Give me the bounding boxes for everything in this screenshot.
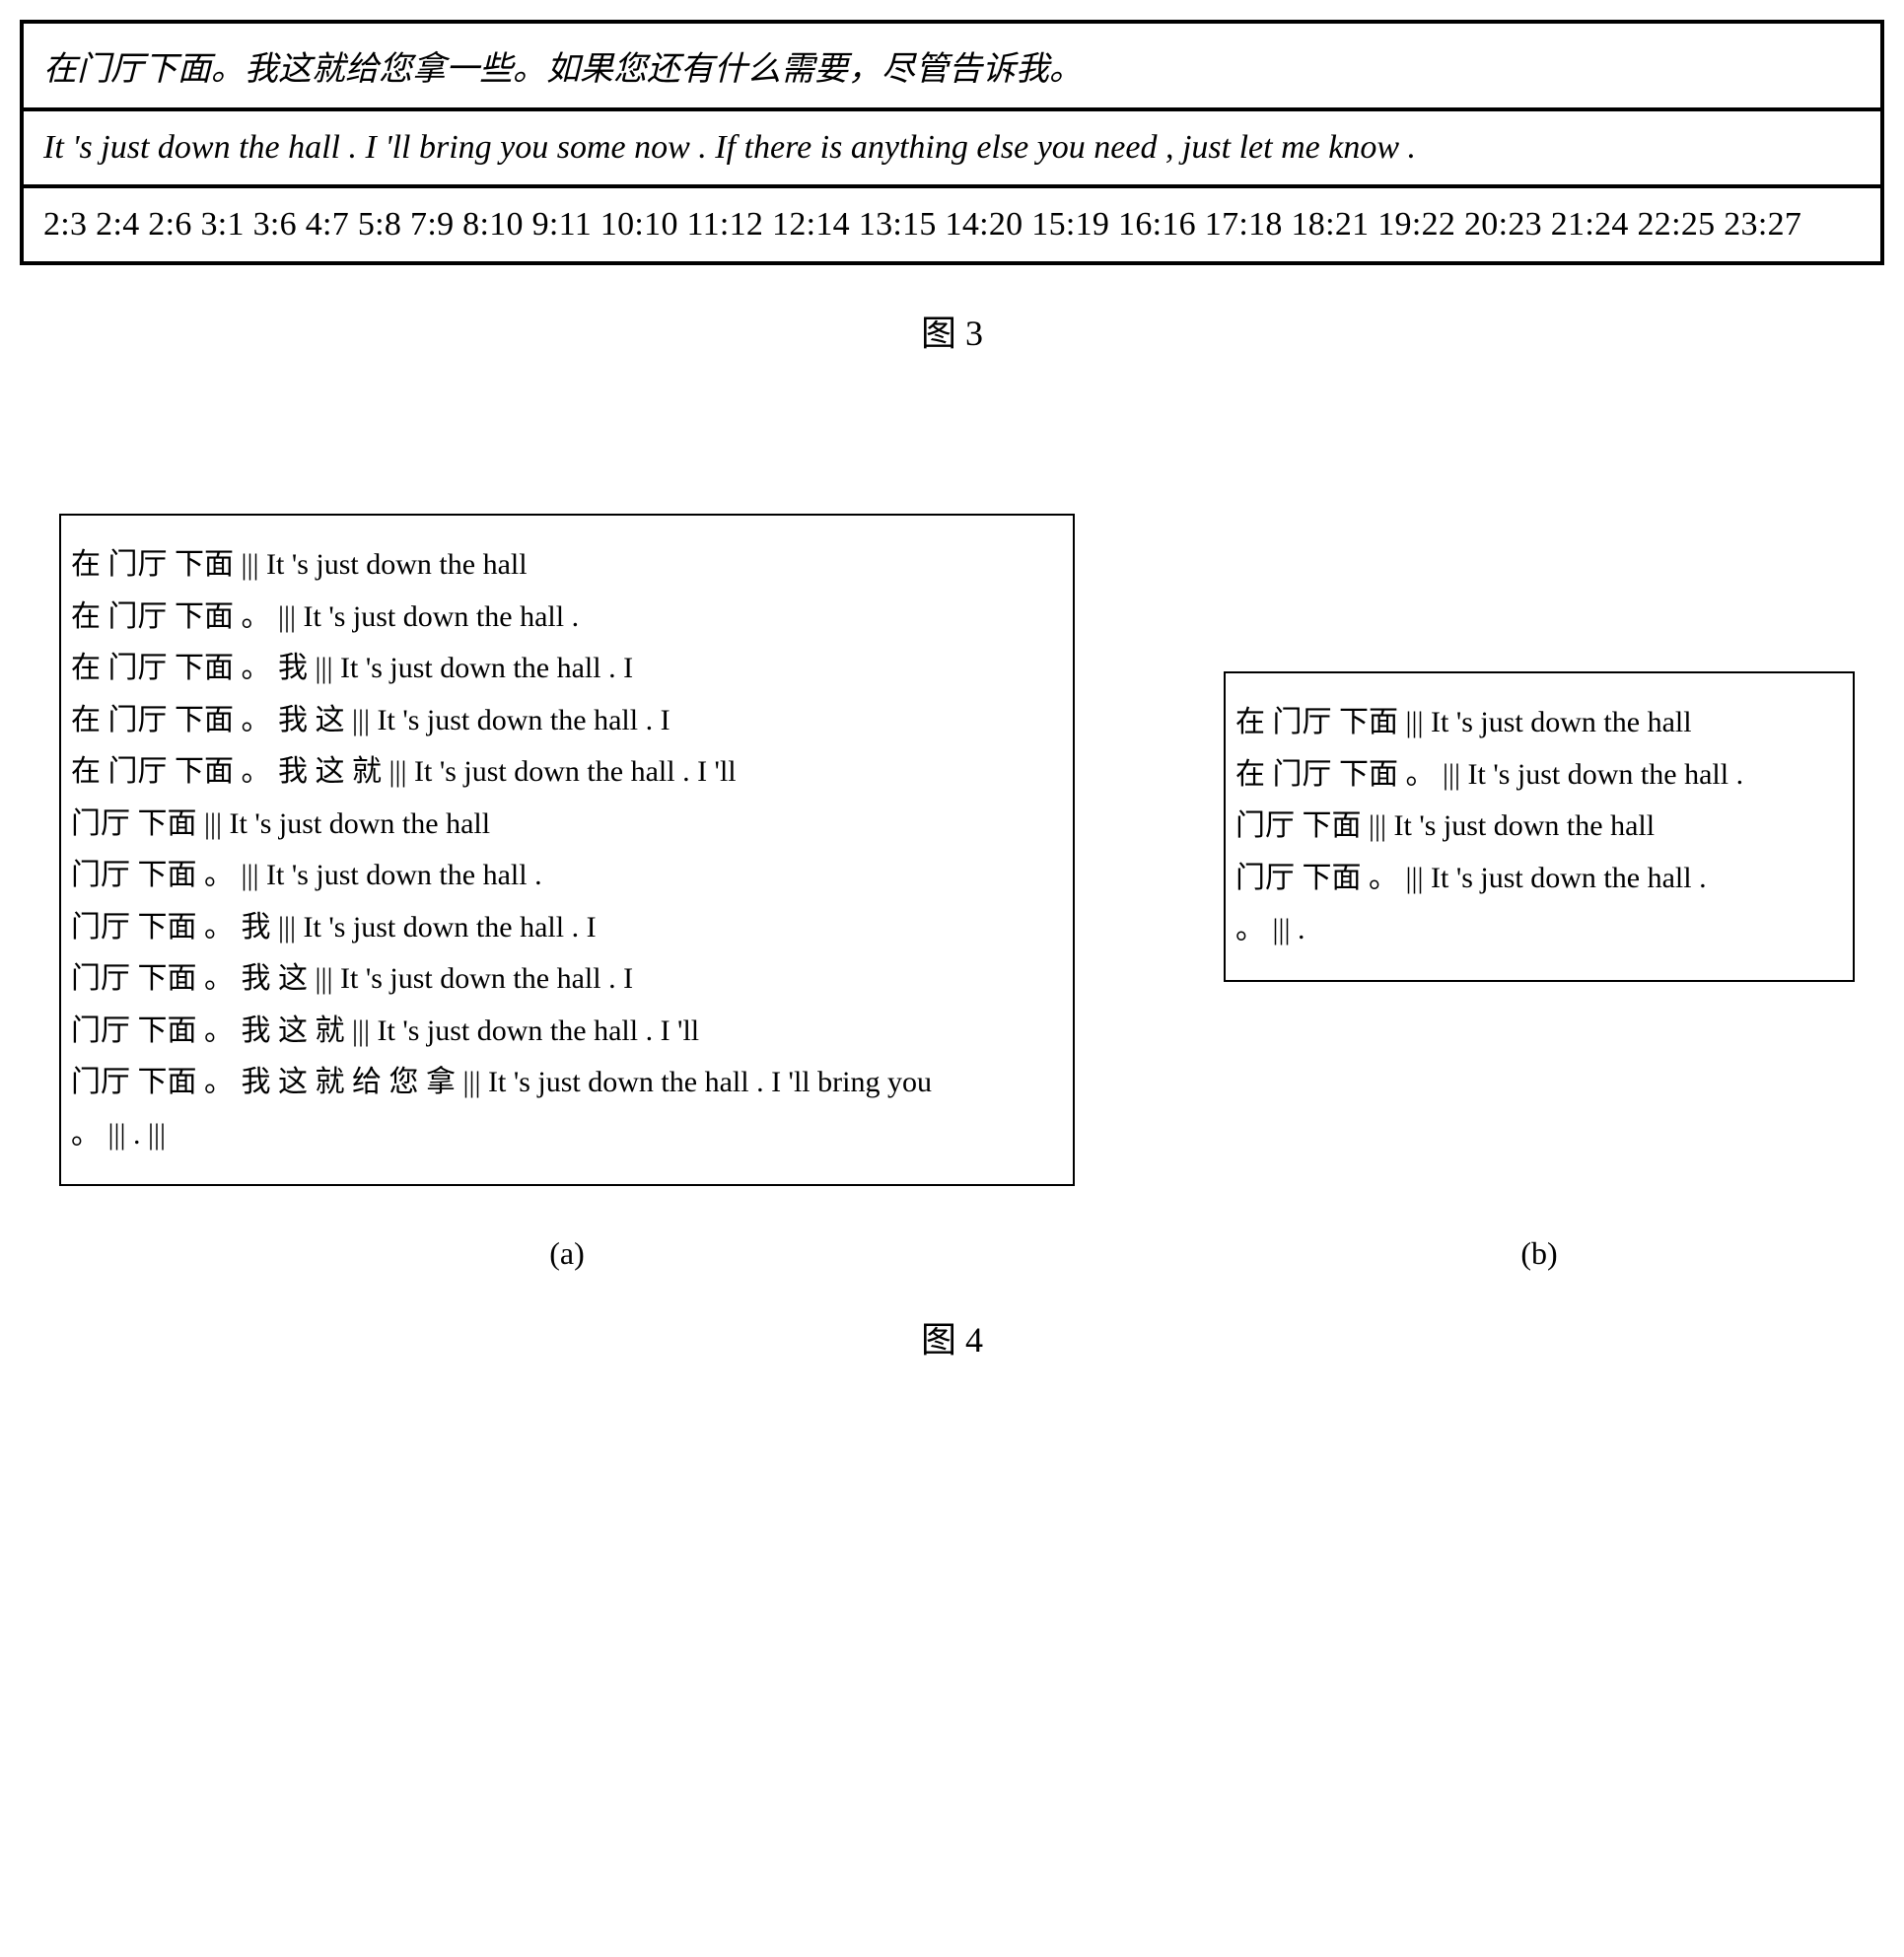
phrase-pair-line: 门厅 下面 ||| It 's just down the hall <box>71 799 1063 851</box>
phrase-pair-line: 在 门厅 下面 ||| It 's just down the hall <box>71 539 1063 592</box>
phrase-pair-line: 。 ||| . <box>1235 904 1843 956</box>
phrase-pair-line: 在 门厅 下面 ||| It 's just down the hall <box>1235 697 1843 749</box>
phrase-pair-line: 门厅 下面 。 ||| It 's just down the hall . <box>71 850 1063 902</box>
figure3-table: 在门厅下面。我这就给您拿一些。如果您还有什么需要，尽管告诉我。 It 's ju… <box>20 20 1884 265</box>
phrase-pair-line: 门厅 下面 。 我 这 ||| It 's just down the hall… <box>71 953 1063 1006</box>
figure3-caption: 图 3 <box>20 305 1884 356</box>
phrase-pair-line: 。 ||| . ||| <box>71 1109 1063 1161</box>
phrase-pair-line: 门厅 下面 。 我 这 就 给 您 拿 ||| It 's just down … <box>71 1057 1063 1109</box>
phrase-pair-line: 在 门厅 下面 。 我 这 ||| It 's just down the ha… <box>71 695 1063 747</box>
figure3-chinese-row: 在门厅下面。我这就给您拿一些。如果您还有什么需要，尽管告诉我。 <box>22 22 1882 109</box>
phrase-pair-line: 在 门厅 下面 。 ||| It 's just down the hall . <box>71 592 1063 644</box>
phrase-pair-line: 在 门厅 下面 。 ||| It 's just down the hall . <box>1235 749 1843 802</box>
figure4-caption: 图 4 <box>20 1311 1884 1363</box>
phrase-pair-line: 门厅 下面 。 ||| It 's just down the hall . <box>1235 853 1843 905</box>
figure4-sublabel-b: (b) <box>1224 1235 1855 1272</box>
phrase-pair-line: 门厅 下面 ||| It 's just down the hall <box>1235 801 1843 853</box>
figure4-sublabels-row: (a) (b) <box>20 1235 1884 1272</box>
figure4-box-a: 在 门厅 下面 ||| It 's just down the hall 在 门… <box>59 514 1075 1186</box>
phrase-pair-line: 在 门厅 下面 。 我 这 就 ||| It 's just down the … <box>71 746 1063 799</box>
figure3-english-row: It 's just down the hall . I 'll bring y… <box>22 109 1882 186</box>
phrase-pair-line: 门厅 下面 。 我 这 就 ||| It 's just down the ha… <box>71 1006 1063 1058</box>
figure4-boxes-row: 在 门厅 下面 ||| It 's just down the hall 在 门… <box>20 514 1884 1186</box>
phrase-pair-line: 在 门厅 下面 。 我 ||| It 's just down the hall… <box>71 643 1063 695</box>
phrase-pair-line: 门厅 下面 。 我 ||| It 's just down the hall .… <box>71 902 1063 954</box>
figure4-sublabel-a: (a) <box>59 1235 1075 1272</box>
figure4-box-b: 在 门厅 下面 ||| It 's just down the hall 在 门… <box>1224 671 1855 982</box>
figure3-alignment-row: 2:3 2:4 2:6 3:1 3:6 4:7 5:8 7:9 8:10 9:1… <box>22 186 1882 263</box>
